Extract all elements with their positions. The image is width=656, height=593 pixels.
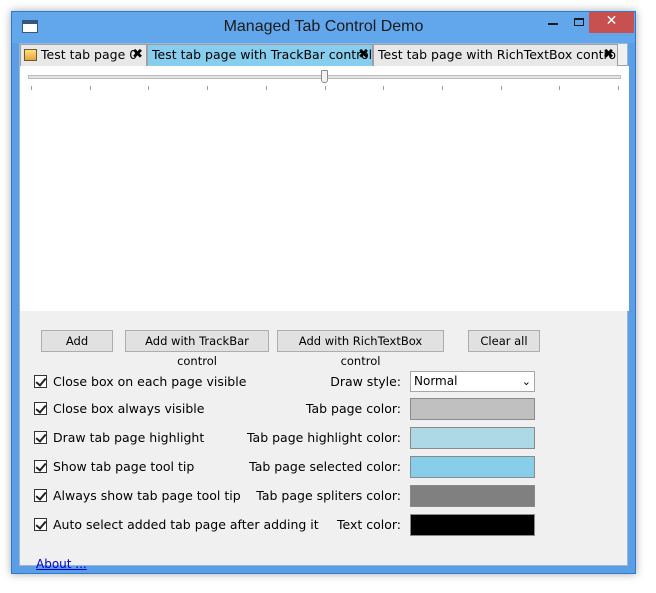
highlight-color-swatch[interactable] [410,427,535,449]
checkbox[interactable] [34,431,47,444]
selected-color-label: Tab page selected color: [249,459,401,474]
text-color-label: Text color: [336,517,401,532]
trackbar-tick [89,86,91,90]
maximize-icon [574,18,584,26]
add-richtextbox-button[interactable]: Add with RichTextBox control [277,330,444,368]
draw-style-value: Normal [414,374,458,388]
add-button[interactable]: Add [41,330,113,352]
tab-label: Test tab page with RichTextBox control 2 [378,47,618,62]
tab-close-icon[interactable]: ✖ [132,45,143,65]
minimize-icon [548,23,558,25]
text-color-swatch[interactable] [410,514,535,536]
about-link[interactable]: About ... [36,557,87,571]
trackbar-tick [207,86,209,90]
trackbar-tick [441,86,443,90]
tab-page-color-label: Tab page color: [305,401,401,416]
tab-label: Test tab page 0 [41,47,138,62]
trackbar-tick [383,86,385,90]
checkbox[interactable] [34,518,47,531]
client-area: Test tab page 0 ✖ Test tab page with Tra… [19,43,629,571]
trackbar-tick [31,86,32,90]
minimize-button[interactable] [540,12,566,33]
highlight-color-label: Tab page highlight color: [246,430,401,445]
close-icon: ✕ [605,13,618,29]
tab-test-page-0[interactable]: Test tab page 0 ✖ [20,44,147,66]
trackbar-tick [500,86,502,90]
tab-page-content [20,66,629,311]
tab-close-icon[interactable]: ✖ [358,45,369,65]
trackbar-tick [618,86,619,90]
spliters-color-label: Tab page spliters color: [256,488,401,503]
tab-page-color-swatch[interactable] [410,398,535,420]
trackbar-tick [265,86,267,90]
title-bar[interactable]: Managed Tab Control Demo ✕ [12,12,635,43]
checkbox[interactable] [34,489,47,502]
app-window: Managed Tab Control Demo ✕ Test tab page… [11,11,636,574]
trackbar-thumb[interactable] [320,70,328,83]
clear-all-button[interactable]: Clear all [468,330,540,352]
checkbox[interactable] [34,460,47,473]
draw-style-label: Draw style: [330,374,401,389]
close-button[interactable]: ✕ [589,12,634,33]
add-trackbar-button[interactable]: Add with TrackBar control [125,330,269,368]
checkbox[interactable] [34,402,47,415]
trackbar-tick [324,86,326,90]
tab-label: Test tab page with TrackBar control... [152,47,373,62]
chevron-down-icon: ⌄ [521,375,531,388]
image-icon [24,49,37,61]
tab-close-icon[interactable]: ✖ [603,45,614,65]
spliters-color-swatch[interactable] [410,485,535,507]
tab-trackbar-page[interactable]: Test tab page with TrackBar control... ✖ [147,44,373,66]
checkbox[interactable] [34,375,47,388]
trackbar-tick [559,86,561,90]
tab-richtextbox-page[interactable]: Test tab page with RichTextBox control 2… [373,44,618,66]
trackbar-tick [148,86,150,90]
draw-style-select[interactable]: Normal ⌄ [410,371,535,392]
selected-color-swatch[interactable] [410,456,535,478]
checkbox-label: Show tab page tool tip [53,459,195,474]
tab-strip: Test tab page 0 ✖ Test tab page with Tra… [20,44,627,66]
